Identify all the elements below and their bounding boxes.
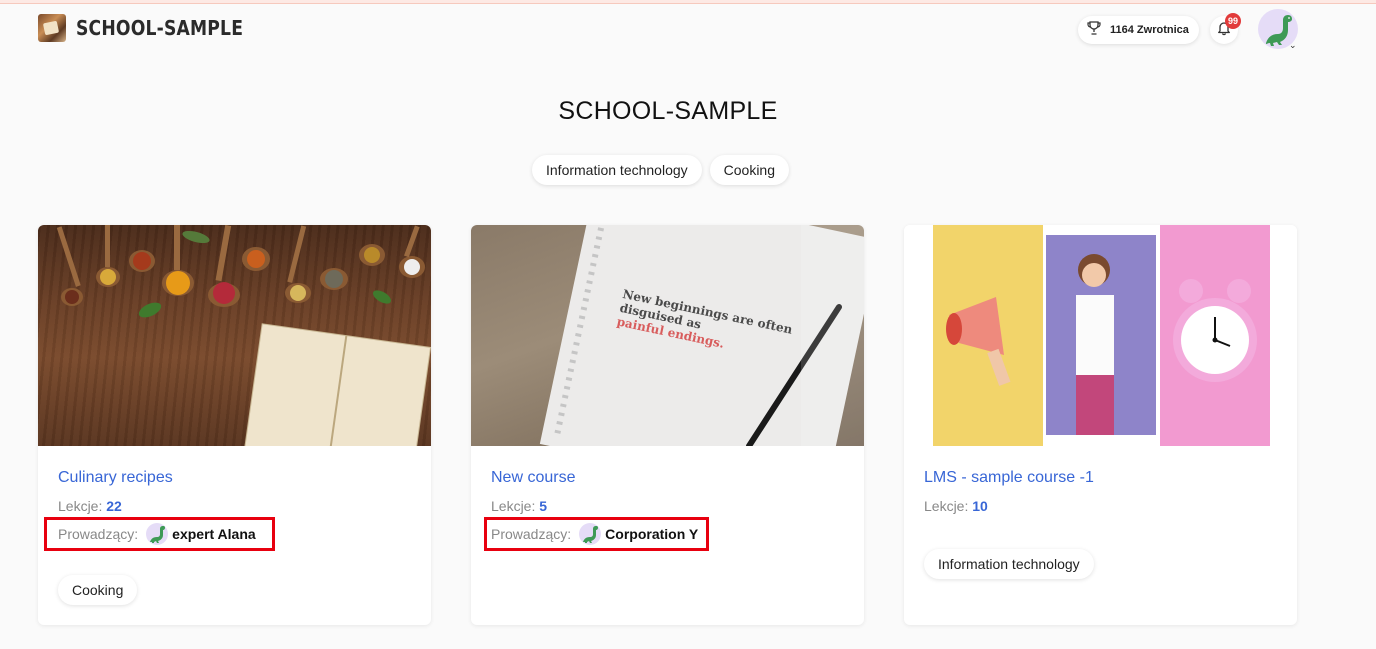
course-tag-information-technology[interactable]: Information technology — [924, 549, 1094, 579]
lessons-count: Lekcje: 22 — [58, 498, 122, 514]
points-label: 1164 Zwrotnica — [1110, 24, 1189, 36]
top-header: SCHOOL-SAMPLE 1164 Zwrotnica 99 ⌄ — [0, 4, 1376, 54]
chevron-down-icon[interactable]: ⌄ — [1289, 40, 1297, 51]
course-card-new-course[interactable]: New beginnings are often disguised as pa… — [471, 225, 864, 625]
course-card-lms-sample[interactable]: LMS - sample course -1 Lekcje: 10 Inform… — [904, 225, 1297, 625]
highlight-box — [44, 517, 275, 551]
course-card-culinary-recipes[interactable]: Culinary recipes Lekcje: 22 Prowadzący: … — [38, 225, 431, 625]
category-filter-information-technology[interactable]: Information technology — [532, 155, 702, 185]
page-title: SCHOOL-SAMPLE — [558, 97, 778, 125]
course-tag-cooking[interactable]: Cooking — [58, 575, 138, 605]
school-logo[interactable] — [38, 14, 66, 42]
course-title[interactable]: New course — [491, 469, 575, 487]
course-image-spices[interactable] — [38, 225, 431, 446]
category-filter-cooking[interactable]: Cooking — [709, 155, 790, 185]
lessons-count: Lekcje: 5 — [491, 498, 548, 514]
course-image-collage[interactable] — [904, 225, 1297, 446]
category-filters: Information technology Cooking — [532, 155, 790, 185]
lessons-count: Lekcje: 10 — [924, 498, 988, 514]
highlight-box — [484, 517, 709, 551]
course-title[interactable]: Culinary recipes — [58, 469, 173, 487]
brand-name[interactable]: SCHOOL-SAMPLE — [76, 16, 243, 40]
course-title[interactable]: LMS - sample course -1 — [924, 469, 1094, 487]
points-badge[interactable]: 1164 Zwrotnica — [1078, 16, 1199, 44]
notification-count-badge: 99 — [1225, 13, 1242, 29]
trophy-icon — [1086, 20, 1102, 41]
course-image-notebook[interactable]: New beginnings are often disguised as pa… — [471, 225, 864, 446]
